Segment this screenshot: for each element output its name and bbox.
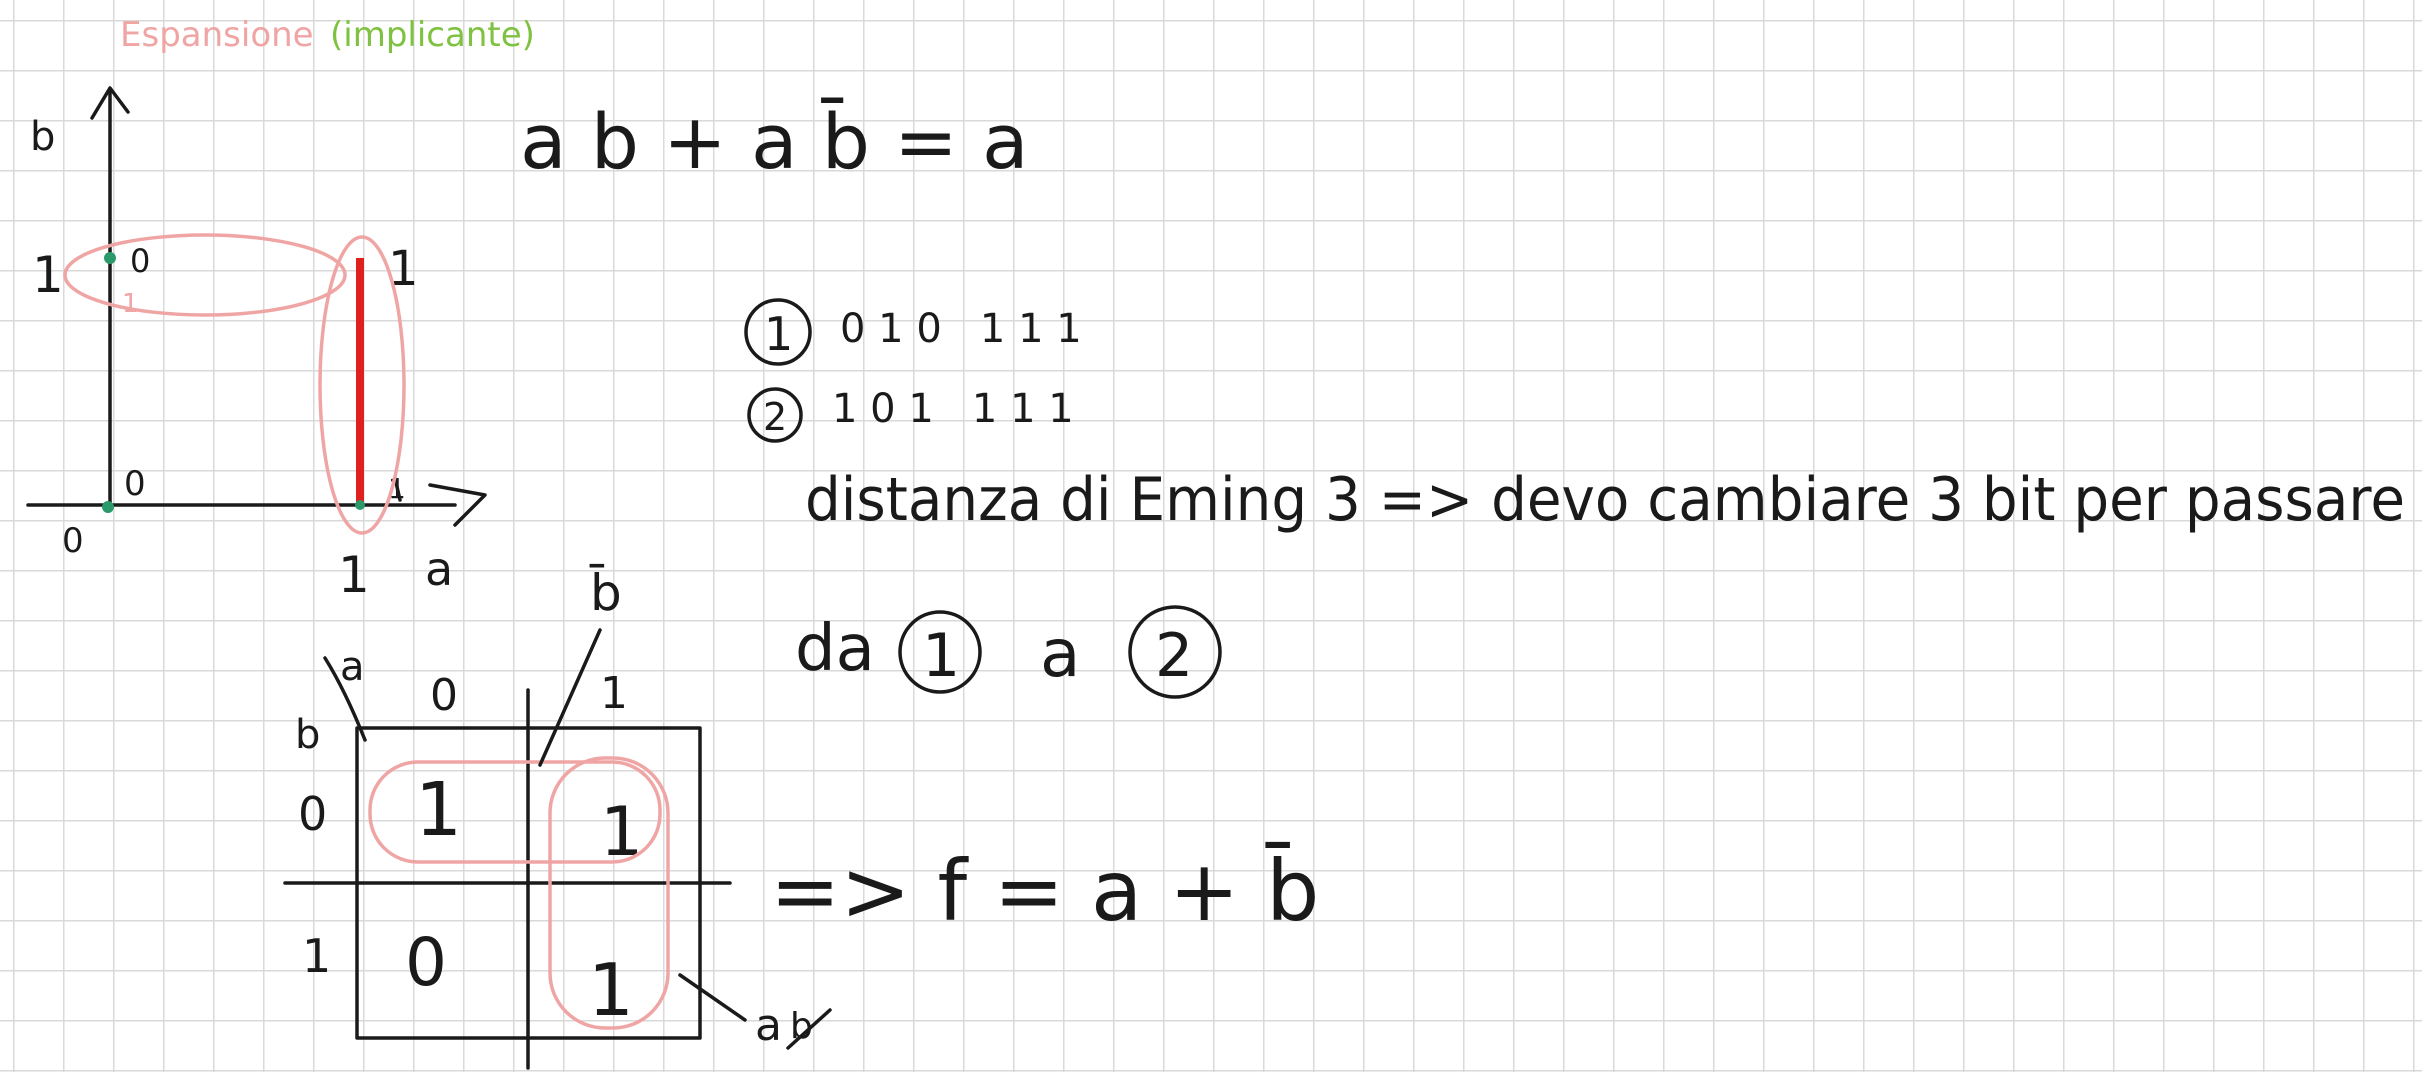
tick-y1-label: 1 [32,246,64,304]
bbar-leader-line [538,628,602,767]
kmap-label-a: a [755,1000,782,1051]
code-1-bits: 0 1 0 1 1 1 [840,306,1082,352]
point-01-correction: 1 [122,289,139,319]
kmap-cell-a0b1: 0 [405,924,447,1001]
kmap-var-a: a [340,644,365,690]
kmap-label-bbar: b̄ [589,563,621,622]
boolean-identity: a b + a b̄ = a [520,96,1029,186]
from-number-1: 1 [922,621,960,691]
kmap-row-1: 1 [302,929,331,983]
note-canvas: Espansione (implicante) b a 0 1 1 0 0 1 … [0,0,2422,1072]
code-2-number: 2 [763,395,787,439]
vertex-10 [355,500,365,510]
from-word: da [795,612,875,686]
point-01-value: 0 [130,242,150,280]
kmap-col-1: 1 [600,668,628,719]
result-formula: => f = a + b̄ [770,842,1319,940]
kmap-cell-a1b1: 1 [588,948,634,1032]
axis-b-label: b [30,114,55,160]
hamming-distance-note: distanza di Eming 3 => devo cambiare 3 b… [805,465,2405,535]
tick-x1-label: 1 [338,546,370,604]
origin-label: 0 [62,521,84,561]
code-words: 1 0 1 0 1 1 1 2 1 0 1 1 1 1 [744,298,1082,443]
karnaugh-map: a b 0 1 0 1 1 1 0 1 b̄ a b [283,563,832,1070]
a-leader-line [678,973,747,1022]
code-1-number: 1 [764,307,793,361]
axis-a-label: a [425,542,453,596]
to-word: a [1040,615,1080,692]
drawing-layer: Espansione (implicante) b a 0 1 1 0 0 1 … [26,15,2405,1070]
vertex-01 [104,252,116,264]
kmap-var-b: b [295,712,320,758]
to-number-2: 2 [1155,621,1193,691]
kmap-row-0: 0 [298,787,327,841]
vertex-00 [102,501,114,513]
code-2-bits: 1 0 1 1 1 1 [832,386,1074,432]
title-word: Espansione [120,15,314,55]
title-paren: (implicante) [330,15,535,55]
from-to-note: da 1 a 2 [795,605,1222,699]
graph: b a 0 1 1 0 0 1 1 1 [26,86,487,604]
kmap-col-0: 0 [430,670,458,721]
point-00-value: 0 [124,464,146,504]
kmap-cell-a0b0: 1 [415,767,462,853]
implicant-loop-horizontal [63,233,347,317]
